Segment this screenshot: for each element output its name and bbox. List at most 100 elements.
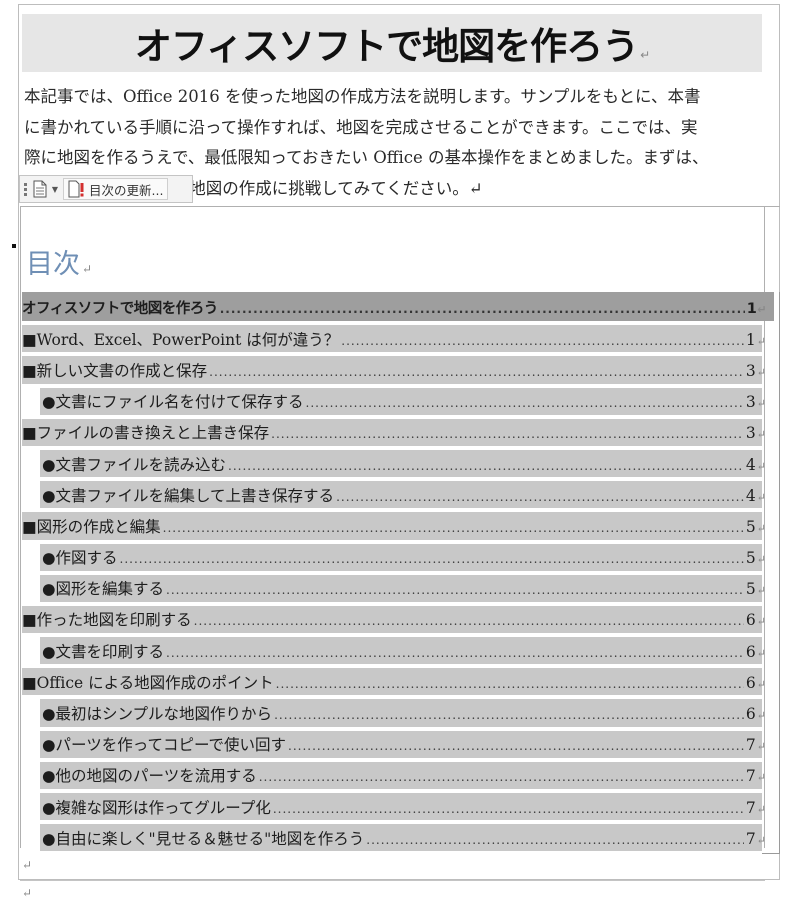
paragraph-mark: ↵ — [756, 459, 766, 473]
toc-entry-content: ●図形を編集する 5↵ — [22, 577, 774, 599]
paragraph-mark: ↵ — [756, 615, 766, 629]
toc-entry[interactable]: ●作図する 5↵ — [22, 542, 774, 573]
toc-heading-text: 目次 — [26, 249, 80, 280]
toc-entry-content: ●文書を印刷する 6↵ — [22, 640, 774, 662]
paragraph-mark: ↵ — [22, 858, 33, 872]
toc-entry-label: ●図形を編集する — [42, 580, 165, 599]
drag-grip-icon[interactable] — [24, 182, 27, 196]
toc-entry[interactable]: ■新しい文書の作成と保存 3↵ — [22, 354, 774, 385]
toc-leader-dots — [220, 302, 745, 316]
update-toc-button[interactable]: 目次の更新... — [63, 178, 169, 200]
toc-entry-content: ■図形の作成と編集 5↵ — [22, 515, 774, 537]
toc-entry-page: 3 — [745, 424, 756, 443]
document-title[interactable]: オフィスソフトで地図を作ろう ↵ — [135, 16, 650, 70]
toc-entry[interactable]: ■作った地図を印刷する 6↵ — [22, 604, 774, 635]
paragraph-mark: ↵ — [756, 802, 766, 816]
toc-entry-label: ■ファイルの書き換えと上書き保存 — [22, 424, 270, 443]
toc-entry-label: ■Word、Excel、PowerPoint は何が違う？ — [22, 330, 340, 349]
toc-entry[interactable]: ●パーツを作ってコピーで使い回す 7↵ — [22, 729, 774, 760]
toc-leader-dots — [336, 490, 744, 504]
toc-heading[interactable]: 目次 ↵ — [26, 242, 92, 281]
toc-entry-page: 7 — [745, 736, 756, 755]
toc-entry[interactable]: ●複雑な図形は作ってグループ化 7↵ — [22, 791, 774, 822]
toc-entry-page: 6 — [745, 611, 756, 630]
toc-leader-dots — [288, 739, 744, 753]
toc-content-control-toolbar: ▼ 目次の更新... — [19, 175, 193, 203]
anchor-mark — [12, 244, 16, 248]
toc-entry-page: 3 — [745, 393, 756, 412]
toc-entry-label: ●他の地図のパーツを流用する — [42, 767, 257, 786]
toc-entry[interactable]: ●他の地図のパーツを流用する 7↵ — [22, 760, 774, 791]
toc-leader-dots — [120, 552, 744, 566]
toc-entry-content: ●他の地図のパーツを流用する 7↵ — [22, 764, 774, 786]
toc-leader-dots — [166, 646, 744, 660]
toc-entry-content: ●パーツを作ってコピーで使い回す 7↵ — [22, 733, 774, 755]
toc-frame-bottom — [20, 880, 765, 881]
toc-leader-dots — [366, 833, 744, 847]
toc-entry-content: ●自由に楽しく"見せる＆魅せる"地図を作ろう 7↵ — [22, 827, 774, 849]
dropdown-arrow-icon[interactable]: ▼ — [51, 185, 59, 194]
paragraph-mark: ↵ — [82, 262, 93, 276]
toc-entry-label: ●文書を印刷する — [42, 642, 165, 661]
toc-entry-label: ●作図する — [42, 549, 118, 568]
toc-entry-page: 7 — [745, 829, 756, 848]
document-icon[interactable] — [33, 180, 47, 198]
toc-entry-content: ●文書ファイルを読み込む 4↵ — [22, 453, 774, 475]
toc-entry-label: ●パーツを作ってコピーで使い回す — [42, 736, 287, 755]
toc-entry-page: 6 — [745, 705, 756, 724]
toc-entry[interactable]: ■図形の作成と編集 5↵ — [22, 510, 774, 541]
toc-entry-content: ●文書にファイル名を付けて保存する 3↵ — [22, 390, 774, 412]
toc-entry-label: オフィスソフトで地図を作ろう — [22, 301, 218, 318]
paragraph-mark: ↵ — [756, 833, 766, 847]
toc-entry-page: 1 — [745, 330, 756, 349]
toc-frame-edge — [764, 206, 780, 287]
toc-entry[interactable]: ●図形を編集する 5↵ — [22, 573, 774, 604]
toc-entry-page: 5 — [745, 580, 756, 599]
paragraph-mark: ↵ — [756, 584, 766, 598]
toc-entry-page: 1 — [746, 301, 757, 318]
toc-leader-dots — [273, 802, 744, 816]
toc-entry-label: ■図形の作成と編集 — [22, 517, 161, 536]
paragraph-mark: ↵ — [756, 646, 766, 660]
toc-entry-label: ●自由に楽しく"見せる＆魅せる"地図を作ろう — [42, 829, 365, 848]
toc-entry[interactable]: ●文書を印刷する 6↵ — [22, 635, 774, 666]
toc-entry[interactable]: オフィスソフトで地図を作ろう 1↵ — [22, 292, 774, 323]
toc-entry[interactable]: ●文書にファイル名を付けて保存する 3↵ — [22, 386, 774, 417]
toc-entry[interactable]: ●自由に楽しく"見せる＆魅せる"地図を作ろう 7↵ — [22, 822, 774, 853]
paragraph-mark: ↵ — [756, 553, 766, 567]
toc-entry[interactable]: ●最初はシンプルな地図作りから 6↵ — [22, 697, 774, 728]
toc-entry[interactable]: ●文書ファイルを編集して上書き保存する 4↵ — [22, 479, 774, 510]
update-warning-icon — [68, 180, 84, 198]
toc-entry-page: 3 — [745, 361, 756, 380]
paragraph-mark: ↵ — [756, 334, 766, 348]
toc-entry-page: 4 — [745, 486, 756, 505]
toc-entry-content: ●作図する 5↵ — [22, 546, 774, 568]
toc-leader-dots — [274, 708, 744, 722]
paragraph-mark: ↵ — [22, 886, 33, 900]
intro-line-3: 際に地図を作るうえで、最低限知っておきたい Office の基本操作をまとめまし… — [24, 148, 709, 167]
paragraph-mark: ↵ — [756, 677, 766, 691]
toc-entry-content: ■新しい文書の作成と保存 3↵ — [22, 359, 774, 381]
update-toc-label: 目次の更新... — [89, 182, 164, 198]
toc-leader-dots — [259, 770, 744, 784]
toc-entry-label: ●文書ファイルを編集して上書き保存する — [42, 486, 335, 505]
paragraph-mark: ↵ — [756, 771, 766, 785]
paragraph-mark: ↵ — [756, 490, 766, 504]
toc-entry-content: ■Word、Excel、PowerPoint は何が違う？ 1↵ — [22, 328, 774, 350]
title-band: オフィスソフトで地図を作ろう ↵ — [22, 14, 762, 72]
paragraph-mark: ↵ — [756, 521, 766, 535]
toc-entry-content: オフィスソフトで地図を作ろう 1↵ — [22, 297, 774, 318]
toc-leader-dots — [341, 334, 744, 348]
toc-entry[interactable]: ●文書ファイルを読み込む 4↵ — [22, 448, 774, 479]
paragraph-mark: ↵ — [756, 740, 766, 754]
toc-entry-list: オフィスソフトで地図を作ろう1↵■Word、Excel、PowerPoint は… — [22, 292, 774, 853]
toc-entry-label: ■Office による地図作成のポイント — [22, 673, 274, 692]
toc-entry-label: ●複雑な図形は作ってグループ化 — [42, 798, 271, 817]
paragraph-mark: ↵ — [640, 48, 650, 62]
toc-entry[interactable]: ■Office による地図作成のポイント 6↵ — [22, 666, 774, 697]
toc-entry-content: ■Office による地図作成のポイント 6↵ — [22, 671, 774, 693]
toc-leader-dots — [271, 427, 744, 441]
toc-entry[interactable]: ■ファイルの書き換えと上書き保存 3↵ — [22, 417, 774, 448]
toc-entry[interactable]: ■Word、Excel、PowerPoint は何が違う？ 1↵ — [22, 323, 774, 354]
intro-line-1: 本記事では、Office 2016 を使った地図の作成方法を説明します。サンプル… — [24, 87, 701, 106]
